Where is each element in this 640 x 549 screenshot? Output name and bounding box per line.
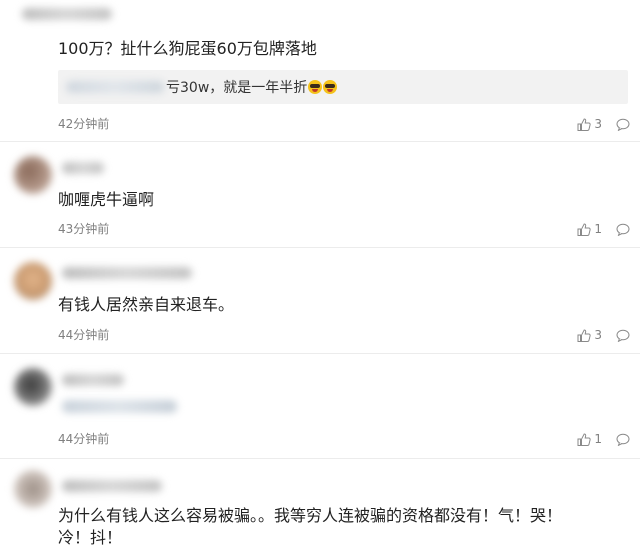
comment-actions: 1 [577,431,630,447]
comment-content: 有钱人居然亲自来退车。 [58,295,235,314]
timestamp: 43分钟前 [58,222,110,236]
divider [0,141,640,142]
comment-actions: 1 [577,221,630,237]
like-button[interactable]: 3 [577,117,602,131]
reply-button[interactable] [616,433,630,446]
comment-bubble-icon [616,329,630,342]
username[interactable] [22,8,112,20]
comment-content: 100万？扯什么狗屁蛋60万包牌落地 [58,39,317,58]
comment-bubble-icon [616,223,630,236]
username[interactable] [62,480,162,492]
thumbs-up-icon [577,432,591,446]
quoted-reply: 亏30w，就是一年半折 [58,70,628,104]
avatar[interactable] [14,262,52,300]
timestamp: 44分钟前 [58,432,110,446]
like-button[interactable]: 1 [577,432,602,446]
username[interactable] [62,162,104,174]
thumbs-up-icon [577,328,591,342]
avatar[interactable] [14,368,52,406]
grinning-emoji-icon [323,80,338,94]
like-button[interactable]: 1 [577,222,602,236]
grinning-emoji-icon [308,80,323,94]
timestamp: 44分钟前 [58,328,110,342]
divider [0,458,640,459]
username[interactable] [62,267,192,279]
comment-bubble-icon [616,433,630,446]
reply-button[interactable] [616,329,630,342]
divider [0,353,640,354]
like-count: 1 [594,432,602,446]
comment-content: 咖喱虎牛逼啊 [58,190,155,209]
quoted-username[interactable] [66,81,164,93]
thumbs-up-icon [577,117,591,131]
avatar[interactable] [14,470,52,508]
comment-content-redacted [62,400,177,413]
comment-actions: 3 [577,116,630,132]
divider [0,247,640,248]
like-count: 3 [594,328,602,342]
like-button[interactable]: 3 [577,328,602,342]
comment-bubble-icon [616,118,630,131]
thumbs-up-icon [577,222,591,236]
like-count: 3 [594,117,602,131]
username[interactable] [62,374,124,386]
comment-content-line-1: 为什么有钱人这么容易被骗。。我等穷人连被骗的资格都没有！气！哭！ [58,506,563,525]
avatar[interactable] [14,156,52,194]
comment-actions: 3 [577,327,630,343]
reply-button[interactable] [616,223,630,236]
like-count: 1 [594,222,602,236]
reply-button[interactable] [616,118,630,131]
quoted-reply-text: 亏30w，就是一年半折 [166,80,308,96]
timestamp: 42分钟前 [58,117,110,131]
